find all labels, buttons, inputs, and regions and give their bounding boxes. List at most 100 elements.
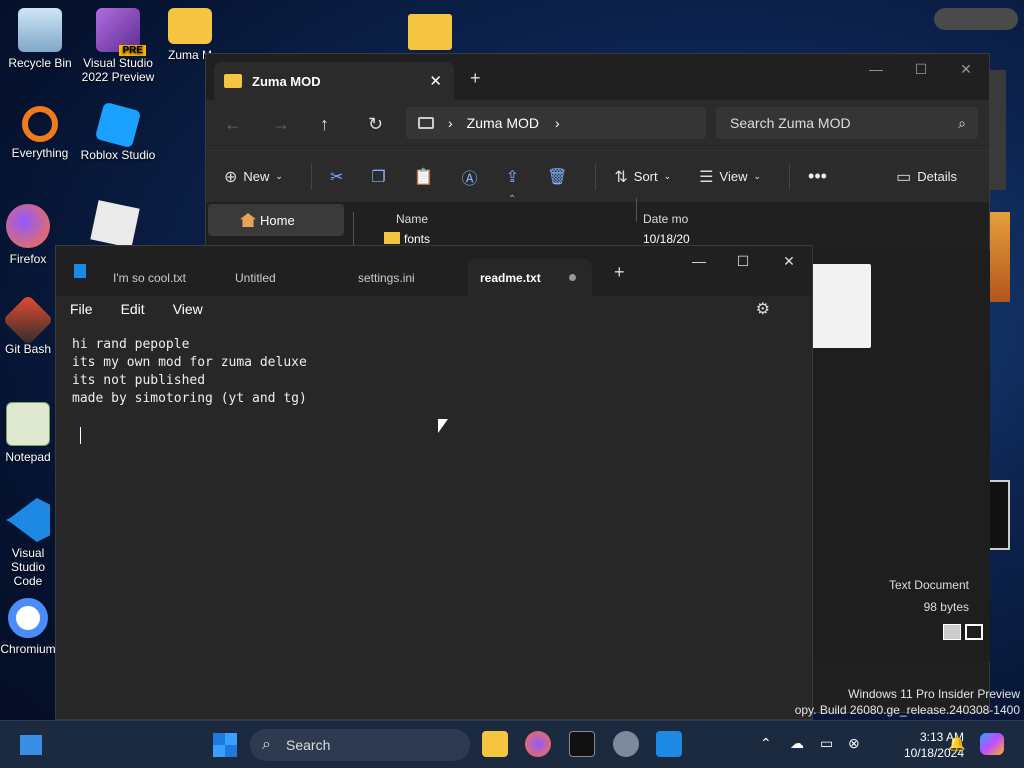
chevron-right-icon: › [555, 115, 560, 131]
desktop-icon-git-bash[interactable]: Git Bash [0, 294, 56, 356]
tab-im-so-cool[interactable]: I'm so cool.txt [101, 259, 221, 296]
desktop-icon-visual-studio[interactable]: PRE Visual Studio 2022 Preview [78, 8, 158, 84]
file-row[interactable]: fonts 10/18/20 [382, 232, 690, 246]
back-arrow-icon[interactable]: ← [224, 114, 242, 135]
chevron-down-icon: ⌄ [275, 171, 283, 181]
tab-readme[interactable]: readme.txt [468, 259, 592, 296]
nav-item-home[interactable]: Home [208, 204, 344, 236]
plus-circle-icon: ⊕ [224, 168, 238, 186]
folder-icon[interactable] [408, 14, 452, 50]
tab-settings-ini[interactable]: settings.ini [346, 259, 466, 296]
ellipsis-icon: ••• [808, 166, 827, 186]
copilot-icon[interactable] [980, 733, 1004, 755]
minimize-button[interactable]: — [853, 54, 899, 84]
folder-icon [384, 232, 400, 244]
display-icon[interactable]: ▭ [820, 735, 833, 752]
notepad-tab-bar: I'm so cool.txt Untitled settings.ini re… [56, 246, 812, 296]
explorer-tab-bar: Zuma MOD ✕ + — ☐ ✕ [206, 54, 989, 100]
column-header-date[interactable]: Date mo [643, 212, 688, 226]
search-icon: ⌕ [958, 114, 966, 131]
network-icon[interactable]: ☁ [790, 735, 804, 752]
more-options-button[interactable]: ••• [808, 166, 827, 187]
text-editor[interactable]: hi rand pepople its my own mod for zuma d… [72, 336, 307, 408]
menu-file[interactable]: File [70, 301, 93, 317]
explorer-command-bar: ⊕ New ⌄ ✂ ❐ 📋 Ⓐ ⇪ 🗑 ⇅ Sort ⌄ ☰ View ⌄ ••• ▭ Det… [206, 150, 989, 202]
firefox-taskbar-icon[interactable] [525, 731, 551, 757]
explorer-tab[interactable]: Zuma MOD ✕ [214, 62, 454, 100]
new-tab-button[interactable]: + [470, 68, 481, 89]
maximize-button[interactable]: ☐ [898, 54, 944, 84]
maximize-button[interactable]: ☐ [720, 246, 766, 276]
mute-icon[interactable]: ⊗ [848, 735, 860, 752]
share-icon: ⇪ [505, 168, 520, 186]
desktop-icon-vscode[interactable]: Visual Studio Code [0, 498, 56, 588]
desktop-icon-roblox-studio[interactable]: Roblox Studio [78, 101, 158, 162]
details-view-icon[interactable] [943, 624, 961, 640]
search-icon: ⌕ [262, 736, 271, 753]
search-box[interactable]: Search Zuma MOD ⌕ [716, 107, 978, 139]
taskbar-search[interactable]: ⌕ Search [250, 729, 470, 761]
desktop-icon-recycle-bin[interactable]: Recycle Bin [0, 8, 80, 70]
monitor-icon [418, 117, 434, 129]
visual-studio-icon: PRE [96, 8, 146, 56]
details-pane-icon: ▭ [896, 168, 912, 186]
new-tab-button[interactable]: + [614, 262, 625, 283]
share-button[interactable]: ⇪ [506, 167, 519, 187]
close-tab-icon[interactable]: ✕ [429, 72, 442, 90]
rename-button[interactable]: Ⓐ [462, 165, 478, 189]
menu-view[interactable]: View [173, 301, 203, 317]
desktop-icon-notepad[interactable]: Notepad [0, 402, 56, 464]
folder-icon [224, 74, 242, 88]
copy-button[interactable]: ❐ [371, 167, 385, 187]
view-button[interactable]: ☰ View ⌄ [699, 167, 761, 187]
firefox-icon [6, 204, 50, 248]
new-button[interactable]: ⊕ New ⌄ [224, 167, 283, 187]
text-caret [80, 427, 81, 444]
notepad-menu-bar: File Edit View ⚙ [56, 296, 812, 322]
desktop-icon-everything[interactable]: Everything [0, 106, 80, 160]
notepad-app-icon [74, 264, 86, 278]
notepad-taskbar-icon[interactable] [656, 731, 682, 757]
refresh-icon[interactable]: ↻ [368, 114, 383, 135]
column-header-name[interactable]: Name [396, 212, 428, 226]
notepad-window: I'm so cool.txt Untitled settings.ini re… [55, 245, 813, 720]
desktop-icon-firefox[interactable]: Firefox [0, 204, 56, 266]
terminal-taskbar-icon[interactable] [569, 731, 595, 757]
explorer-nav-bar: ← → ↑ ↻ › Zuma MOD › Search Zuma MOD ⌕ [206, 100, 989, 150]
tab-untitled[interactable]: Untitled [223, 259, 343, 296]
sort-button[interactable]: ⇅ Sort ⌄ [614, 167, 671, 187]
details-button[interactable]: ▭ Details [896, 167, 957, 187]
view-list-icon: ☰ [699, 168, 714, 186]
vscode-icon [6, 498, 50, 542]
forward-arrow-icon[interactable]: → [272, 114, 290, 135]
desktop-icon-chromium[interactable]: Chromium [0, 598, 56, 656]
git-bash-icon [2, 294, 54, 346]
chevron-up-icon[interactable]: ⌃ [760, 735, 772, 752]
roblox-icon[interactable] [90, 200, 140, 248]
unsaved-dot-icon [569, 274, 576, 281]
background-window-edge [988, 480, 1010, 550]
chromium-icon [8, 598, 48, 638]
close-button[interactable]: ✕ [766, 246, 812, 276]
tiles-view-icon[interactable] [965, 624, 983, 640]
divider [310, 163, 312, 190]
nav-pane-divider [353, 212, 354, 248]
file-explorer-taskbar-icon[interactable] [482, 731, 508, 757]
widgets-icon[interactable] [20, 735, 42, 755]
notification-bell-icon[interactable]: 🔔 [948, 735, 965, 752]
delete-button[interactable]: 🗑 [547, 167, 567, 187]
minimize-button[interactable]: — [676, 246, 722, 276]
up-arrow-icon[interactable]: ↑ [320, 114, 329, 135]
start-button[interactable] [213, 733, 237, 757]
settings-taskbar-icon[interactable] [613, 731, 639, 757]
paste-button[interactable]: 📋 [414, 167, 434, 187]
details-panel: Text Document 98 bytes [888, 578, 969, 614]
breadcrumb[interactable]: Zuma MOD [467, 115, 539, 131]
address-bar[interactable]: › Zuma MOD › [406, 107, 706, 139]
menu-edit[interactable]: Edit [121, 301, 145, 317]
cut-button[interactable]: ✂ [330, 167, 343, 187]
chevron-right-icon: › [448, 115, 453, 131]
close-button[interactable]: ✕ [943, 54, 989, 84]
wallpaper-image [988, 212, 1010, 302]
settings-gear-icon[interactable]: ⚙ [756, 299, 770, 319]
